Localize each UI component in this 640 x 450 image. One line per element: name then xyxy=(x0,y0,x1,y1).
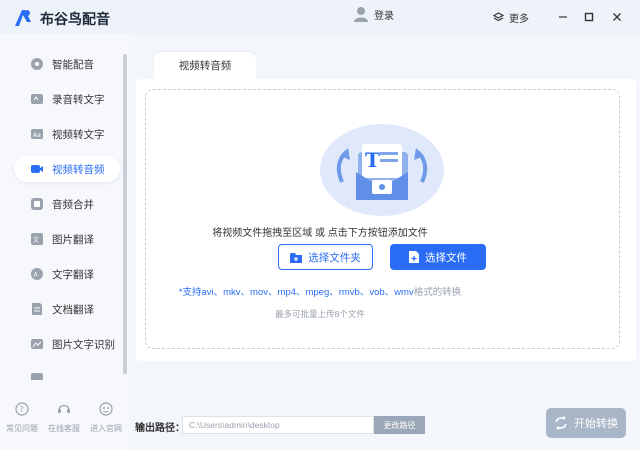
svg-text:Aa: Aa xyxy=(33,132,41,139)
video-to-audio-icon xyxy=(31,165,43,173)
close-button[interactable] xyxy=(610,10,624,24)
supported-formats: *支持avi、mkv、mov、mp4、mpeg、rmvb、vob、wmv格式的转… xyxy=(0,284,640,298)
website-icon xyxy=(99,402,113,416)
drop-hint: 将视频文件拖拽至区域 或 点击下方按钮添加文件 xyxy=(212,228,428,239)
close-icon xyxy=(613,13,621,21)
app-title: 布谷鸟配音 xyxy=(40,11,110,27)
user-avatar-icon xyxy=(354,7,368,22)
convert-icon xyxy=(555,416,567,430)
sidebar-item-label: 智能配音 xyxy=(52,58,94,71)
app-logo-icon xyxy=(15,10,31,26)
sidebar-item-label: 音频合并 xyxy=(52,198,94,211)
help-icon: ? xyxy=(15,402,29,416)
sidebar-item-image-ocr[interactable]: 图片文字识别 xyxy=(14,331,120,357)
sidebar-item-label: 文字翻译 xyxy=(52,268,94,281)
select-folder-button[interactable]: 选择文件夹 xyxy=(278,244,373,270)
svg-text:T: T xyxy=(365,148,380,172)
file-add-icon xyxy=(409,251,419,263)
customer-service-icon xyxy=(58,404,70,413)
select-file-button[interactable]: 选择文件 xyxy=(390,244,486,270)
login-button[interactable]: 登录 xyxy=(354,6,394,22)
sidebar-item-video-to-audio[interactable]: 视频转音频 xyxy=(14,156,120,182)
website-label: 进入官网 xyxy=(90,424,122,433)
output-path-input[interactable] xyxy=(182,416,374,434)
image-ocr-icon xyxy=(31,339,43,349)
sidebar-item-audio-merge[interactable]: 音频合并 xyxy=(14,191,120,217)
maximize-icon xyxy=(584,12,594,22)
more-menu-button[interactable]: 更多 xyxy=(493,10,529,25)
sidebar-item-partial[interactable] xyxy=(14,366,120,380)
login-label: 登录 xyxy=(374,10,394,22)
sidebar-item-label: 图片文字识别 xyxy=(52,338,115,351)
formats-prefix: *支持 xyxy=(178,287,202,298)
video-to-text-icon: Aa xyxy=(31,129,43,139)
sidebar-bottom-links: ? 常见问题 在线客服 进入官网 xyxy=(0,398,130,450)
partial-item-icon xyxy=(31,373,43,380)
sidebar-item-video-to-text[interactable]: Aa 视频转文字 xyxy=(14,121,120,147)
sidebar-item-audio-to-text[interactable]: 录音转文字 xyxy=(14,86,120,112)
text-translate-icon: A xyxy=(31,268,43,280)
select-file-label: 选择文件 xyxy=(425,251,467,264)
sidebar-item-label: 视频转文字 xyxy=(52,128,105,141)
minimize-button[interactable] xyxy=(556,10,570,24)
change-path-button[interactable]: 更改路径 xyxy=(374,416,425,434)
upload-illustration-icon: T xyxy=(320,124,444,216)
title-bar: 布谷鸟配音 登录 更多 xyxy=(0,0,640,34)
tab-label: 视频转音频 xyxy=(178,60,232,72)
sidebar: 智能配音 录音转文字 Aa 视频转文字 视频转音频 音频合并 文 图片翻译 A … xyxy=(0,34,130,450)
maximize-button[interactable] xyxy=(582,10,596,24)
minimize-icon xyxy=(559,16,567,18)
sidebar-item-label: 录音转文字 xyxy=(52,93,105,106)
customer-service-label: 在线客服 xyxy=(48,424,80,433)
smart-dubbing-icon xyxy=(31,58,43,70)
audio-to-text-icon xyxy=(31,94,43,104)
start-convert-label: 开始转换 xyxy=(574,418,618,430)
tab-video-to-audio[interactable]: 视频转音频 xyxy=(154,52,256,79)
help-label: 常见问题 xyxy=(6,424,38,433)
formats-list: avi、mkv、mov、mp4、mpeg、rmvb、vob、wmv xyxy=(201,287,414,298)
folder-add-icon xyxy=(290,252,303,263)
layers-icon xyxy=(493,12,504,22)
svg-text:?: ? xyxy=(20,405,24,414)
sidebar-item-label: 视频转音频 xyxy=(52,163,105,176)
help-link[interactable]: ? 常见问题 xyxy=(2,402,42,434)
upload-limit-hint: 最多可批量上传8个文件 xyxy=(275,309,365,319)
sidebar-item-smart-dubbing[interactable]: 智能配音 xyxy=(14,51,120,77)
website-link[interactable]: 进入官网 xyxy=(86,402,126,434)
select-folder-label: 选择文件夹 xyxy=(308,251,361,264)
output-path-label: 输出路径： xyxy=(135,423,185,434)
audio-merge-icon xyxy=(31,198,43,210)
sidebar-nav: 智能配音 录音转文字 Aa 视频转文字 视频转音频 音频合并 文 图片翻译 A … xyxy=(0,34,130,380)
formats-suffix: 格式的转换 xyxy=(413,287,462,298)
more-label: 更多 xyxy=(509,14,529,25)
sidebar-scrollbar[interactable] xyxy=(123,54,127,374)
customer-service-link[interactable]: 在线客服 xyxy=(44,402,84,434)
start-convert-button[interactable]: 开始转换 xyxy=(546,408,626,438)
